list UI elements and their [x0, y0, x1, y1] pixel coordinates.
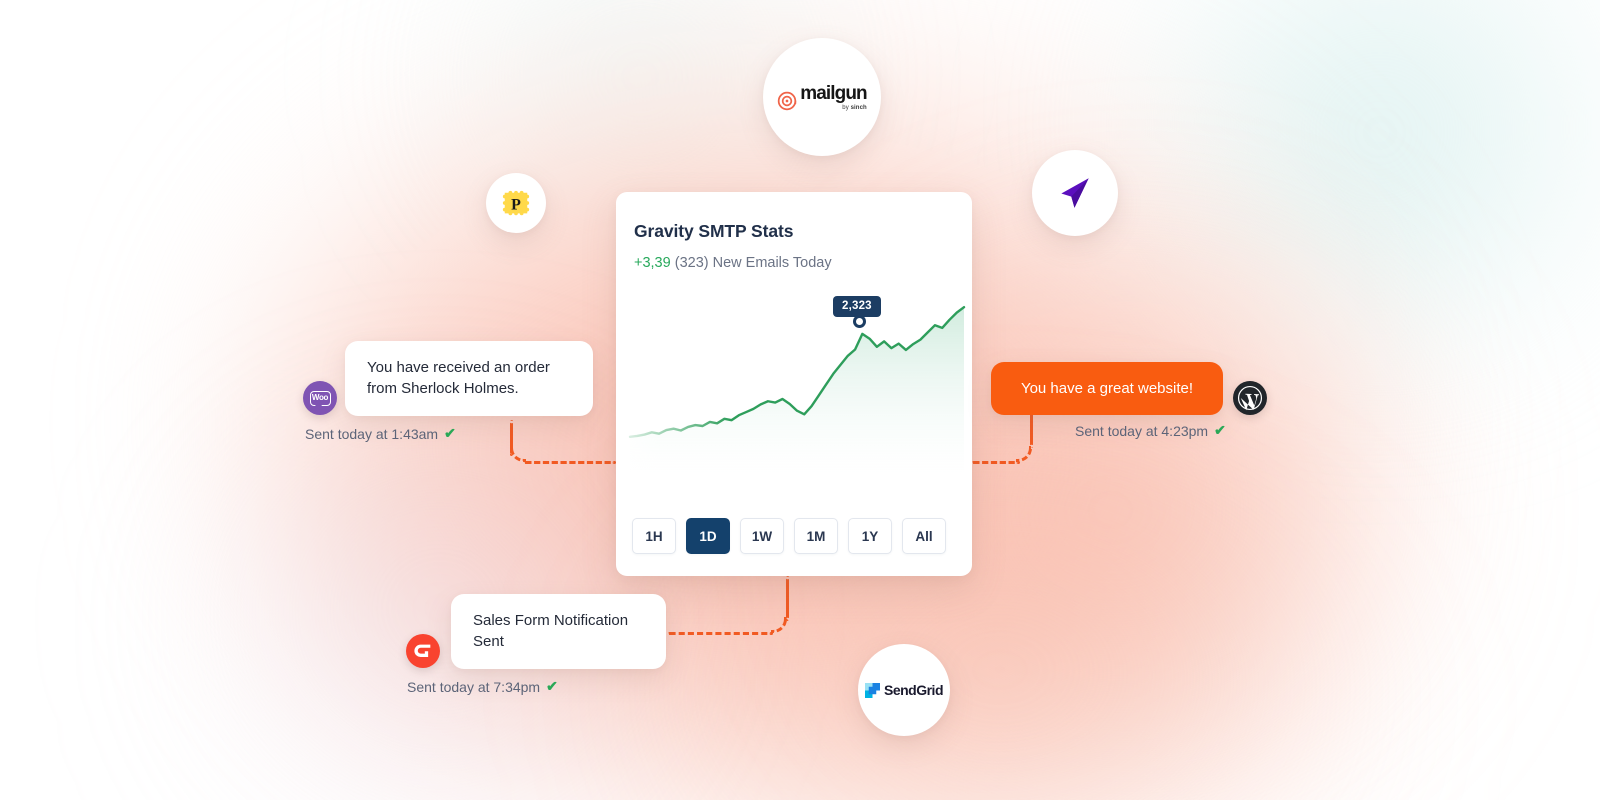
postmark-stamp-icon: P	[502, 190, 530, 216]
notification-bubble-woocommerce: You have received an order from Sherlock…	[345, 341, 593, 416]
brand-circle-mailgun[interactable]: mailgun by sinch	[763, 38, 881, 156]
paper-plane-icon	[1061, 178, 1089, 208]
mailgun-tagline: by sinch	[842, 104, 867, 111]
sendgrid-logo: SendGrid	[864, 682, 944, 698]
wordpress-icon	[1233, 381, 1267, 415]
range-button-all[interactable]: All	[902, 518, 946, 554]
sent-text: Sent today at 7:34pm	[407, 678, 541, 695]
check-icon: ✔	[444, 425, 456, 441]
mailgun-at-icon	[778, 91, 797, 110]
woocommerce-icon: Woo	[303, 381, 337, 415]
mailgun-logo: mailgun by sinch	[777, 82, 868, 111]
range-button-1y[interactable]: 1Y	[848, 518, 892, 554]
delta-value: +3,39	[634, 255, 671, 271]
notification-bubble-gravityforms: Sales Form Notification Sent	[451, 594, 666, 669]
svg-text:P: P	[511, 197, 521, 214]
brand-circle-sendgrid[interactable]: SendGrid	[858, 644, 950, 736]
sent-text: Sent today at 4:23pm	[1075, 422, 1209, 439]
notification-bubble-wordpress: You have a great website!	[991, 362, 1223, 416]
sent-status-gravityforms: Sent today at 7:34pm ✔	[407, 678, 558, 695]
sendgrid-wordmark: SendGrid	[883, 682, 944, 698]
promo-illustration: mailgun by sinch P SendGrid Gravity SMTP…	[0, 0, 1600, 800]
brand-circle-postmark[interactable]: P	[486, 173, 546, 233]
range-button-1d[interactable]: 1D	[686, 518, 730, 554]
subtitle-rest: (323) New Emails Today	[674, 255, 832, 271]
range-button-1w[interactable]: 1W	[740, 518, 784, 554]
chart-tooltip: 2,323	[833, 296, 881, 317]
sent-status-woocommerce: Sent today at 1:43am ✔	[305, 425, 456, 442]
gravity-forms-icon	[406, 634, 440, 668]
check-icon: ✔	[546, 678, 558, 694]
sendgrid-mark-icon	[864, 682, 880, 698]
time-range-selector[interactable]: 1H 1D 1W 1M 1Y All	[632, 518, 946, 554]
range-button-1m[interactable]: 1M	[794, 518, 838, 554]
check-icon: ✔	[1214, 422, 1226, 438]
sent-status-wordpress: Sent today at 4:23pm ✔	[1075, 422, 1226, 439]
email-volume-chart	[616, 292, 972, 472]
range-button-1h[interactable]: 1H	[632, 518, 676, 554]
card-subtitle: +3,39 (323) New Emails Today	[634, 255, 832, 271]
sent-text: Sent today at 1:43am	[305, 425, 439, 442]
card-title: Gravity SMTP Stats	[634, 221, 794, 241]
mailgun-wordmark: mailgun	[800, 82, 867, 104]
chart-svg	[628, 306, 966, 472]
gravity-smtp-stats-card: Gravity SMTP Stats +3,39 (323) New Email…	[616, 192, 972, 576]
brand-circle-sendlayer[interactable]	[1032, 150, 1118, 236]
chart-highlight-dot	[853, 315, 866, 328]
